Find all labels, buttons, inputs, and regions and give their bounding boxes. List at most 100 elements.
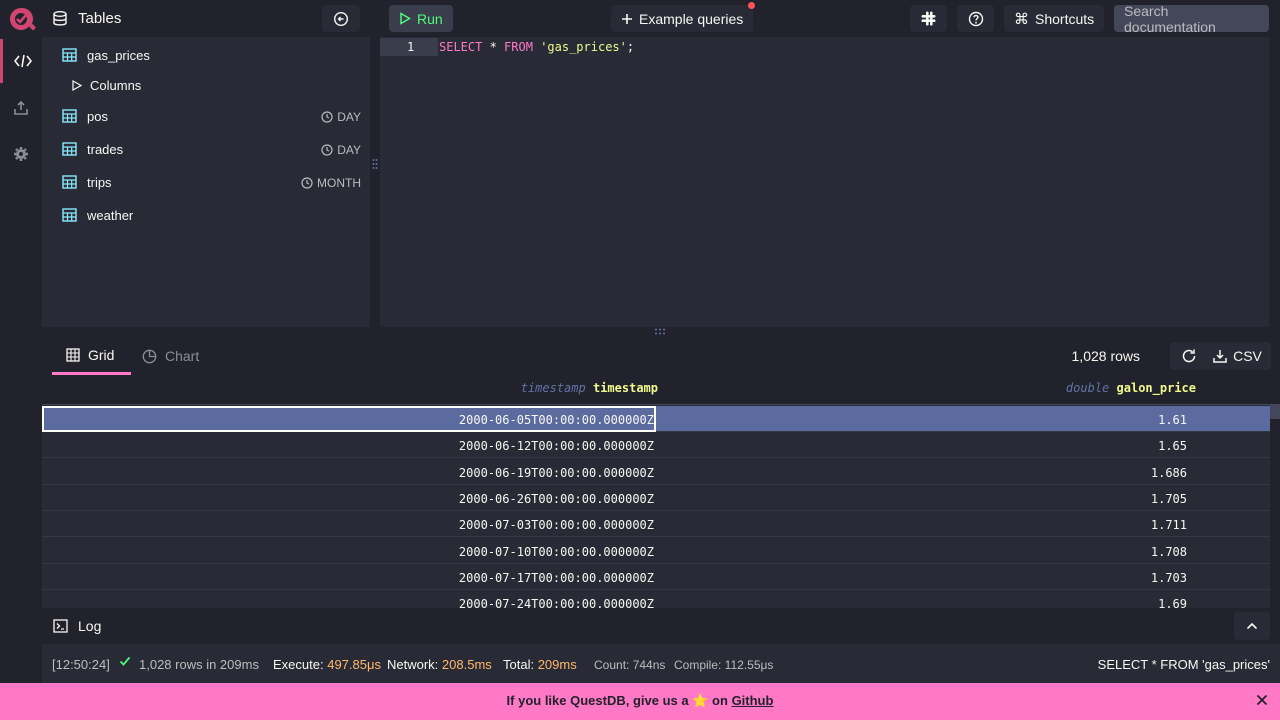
table-name: weather: [87, 208, 134, 223]
results-panel: Grid Chart 1,028 rows CSV timestamp time…: [42, 337, 1280, 608]
search-documentation-input[interactable]: Search documentation: [1114, 3, 1269, 35]
log-count: Count: 744ns: [594, 658, 666, 672]
check-icon: [119, 655, 131, 670]
table-icon: [62, 175, 77, 192]
partition-badge: DAY: [321, 143, 361, 157]
log-query: SELECT * FROM 'gas_prices': [1097, 657, 1270, 672]
cell-galon-price[interactable]: 1.708: [654, 545, 1187, 559]
table-icon: [62, 142, 77, 159]
slack-icon: [921, 11, 936, 26]
code-editor-nav-icon[interactable]: [0, 39, 42, 83]
log-entry: [12:50:24] 1,028 rows in 209ms Execute: …: [42, 644, 1280, 683]
cell-galon-price[interactable]: 1.69: [654, 597, 1187, 608]
notification-dot: [748, 2, 756, 9]
github-banner: If you like QuestDB, give us a ⭐ on Gith…: [0, 683, 1280, 720]
cell-galon-price[interactable]: 1.65: [654, 439, 1187, 453]
table-item-pos[interactable]: pos DAY: [42, 104, 370, 130]
cell-timestamp[interactable]: 2000-06-26T00:00:00.000000Z: [42, 492, 654, 506]
cell-timestamp[interactable]: 2000-07-10T00:00:00.000000Z: [42, 545, 654, 559]
cell-galon-price[interactable]: 1.705: [654, 492, 1187, 506]
cell-timestamp[interactable]: 2000-06-12T00:00:00.000000Z: [42, 439, 654, 453]
table-row[interactable]: 2000-07-10T00:00:00.000000Z 1.708: [42, 538, 1270, 564]
close-banner-icon[interactable]: [1256, 693, 1268, 709]
import-upload-icon[interactable]: [0, 86, 42, 130]
editor-scrollbar[interactable]: [1269, 37, 1280, 327]
table-row[interactable]: 2000-06-05T00:00:00.000000Z 1.61: [42, 406, 1270, 432]
table-icon: [62, 109, 77, 126]
line-number: 1: [407, 40, 415, 54]
settings-gear-icon[interactable]: [0, 132, 42, 176]
triangle-right-icon: [72, 79, 82, 91]
code-line[interactable]: SELECT * FROM 'gas_prices';: [439, 40, 634, 54]
pie-chart-icon: [142, 349, 157, 363]
refresh-tables-button[interactable]: [322, 5, 360, 32]
cell-galon-price[interactable]: 1.703: [654, 571, 1187, 585]
table-row[interactable]: 2000-06-26T00:00:00.000000Z 1.705: [42, 485, 1270, 511]
log-network: Network: 208.5ms: [387, 657, 492, 672]
top-toolbar: Run Example queries ⌘ Shortcuts Search d…: [380, 0, 1280, 37]
clock-icon: [301, 177, 313, 189]
plus-icon: [622, 13, 632, 24]
cell-galon-price[interactable]: 1.61: [654, 413, 1187, 427]
table-name: trades: [87, 142, 124, 157]
table-name: pos: [87, 109, 108, 124]
log-time: [12:50:24]: [52, 657, 110, 672]
table-icon: [62, 48, 77, 65]
database-icon: [53, 11, 67, 29]
run-query-button[interactable]: Run: [389, 5, 453, 32]
github-link[interactable]: Github: [732, 693, 774, 708]
table-row[interactable]: 2000-07-24T00:00:00.000000Z 1.69: [42, 590, 1270, 608]
slack-button[interactable]: [910, 5, 947, 32]
log-header: Log: [42, 608, 1280, 644]
table-row[interactable]: 2000-07-03T00:00:00.000000Z 1.711: [42, 511, 1270, 538]
columns-label: Columns: [90, 77, 142, 93]
column-header-galon-price[interactable]: double galon_price: [658, 381, 1196, 395]
log-panel: Log [12:50:24] 1,028 rows in 209ms Execu…: [42, 608, 1280, 683]
cell-galon-price[interactable]: 1.686: [654, 466, 1187, 480]
log-compile: Compile: 112.55μs: [674, 658, 774, 672]
clock-icon: [321, 111, 333, 123]
example-queries-button[interactable]: Example queries: [611, 2, 756, 32]
banner-text: If you like QuestDB, give us a ⭐ on Gith…: [506, 693, 774, 708]
table-icon: [62, 208, 77, 225]
help-button[interactable]: [957, 5, 994, 32]
horizontal-splitter[interactable]: [42, 327, 1280, 337]
rows-count: 1,028 rows: [1071, 348, 1140, 364]
table-item-weather[interactable]: weather: [42, 203, 370, 229]
star-icon: ⭐: [692, 693, 709, 708]
refresh-results-button[interactable]: [1170, 342, 1208, 370]
cell-timestamp[interactable]: 2000-07-17T00:00:00.000000Z: [42, 571, 654, 585]
column-header-timestamp[interactable]: timestamp timestamp: [42, 381, 658, 395]
tab-grid[interactable]: Grid: [52, 337, 131, 375]
table-item-trades[interactable]: trades DAY: [42, 137, 370, 163]
question-circle-icon: [968, 11, 983, 26]
table-row[interactable]: 2000-07-17T00:00:00.000000Z 1.703: [42, 564, 1270, 590]
results-tabs: Grid Chart 1,028 rows CSV: [42, 337, 1280, 375]
tables-title: Tables: [78, 10, 122, 27]
tab-chart[interactable]: Chart: [142, 337, 199, 375]
terminal-icon: [53, 619, 68, 636]
cell-timestamp[interactable]: 2000-06-19T00:00:00.000000Z: [42, 466, 654, 480]
columns-toggle[interactable]: Columns: [72, 75, 141, 95]
refresh-icon: [1182, 349, 1196, 363]
results-grid[interactable]: timestamp timestamp double galon_price 2…: [42, 375, 1280, 608]
log-title: Log: [78, 618, 102, 634]
shortcuts-button[interactable]: ⌘ Shortcuts: [1004, 5, 1105, 32]
download-csv-button[interactable]: CSV: [1204, 342, 1271, 370]
log-expand-button[interactable]: [1234, 612, 1270, 640]
cell-timestamp[interactable]: 2000-07-24T00:00:00.000000Z: [42, 597, 654, 608]
tables-panel: Tables gas_prices Columns pos DAY trades…: [42, 0, 370, 327]
refresh-icon: [333, 11, 349, 26]
scrollbar-thumb[interactable]: [1270, 405, 1280, 419]
vertical-splitter[interactable]: [370, 0, 380, 327]
drag-handle-icon: [372, 159, 378, 169]
log-execute: Execute: 497.85μs: [273, 657, 381, 672]
grid-scrollbar[interactable]: [1270, 405, 1280, 608]
cell-galon-price[interactable]: 1.711: [654, 518, 1187, 532]
sql-editor[interactable]: 1 SELECT * FROM 'gas_prices';: [380, 37, 1280, 327]
table-item-gas-prices[interactable]: gas_prices: [42, 43, 370, 69]
cell-timestamp[interactable]: 2000-07-03T00:00:00.000000Z: [42, 518, 654, 532]
table-row[interactable]: 2000-06-19T00:00:00.000000Z 1.686: [42, 459, 1270, 485]
table-row[interactable]: 2000-06-12T00:00:00.000000Z 1.65: [42, 432, 1270, 459]
table-item-trips[interactable]: trips MONTH: [42, 170, 370, 196]
